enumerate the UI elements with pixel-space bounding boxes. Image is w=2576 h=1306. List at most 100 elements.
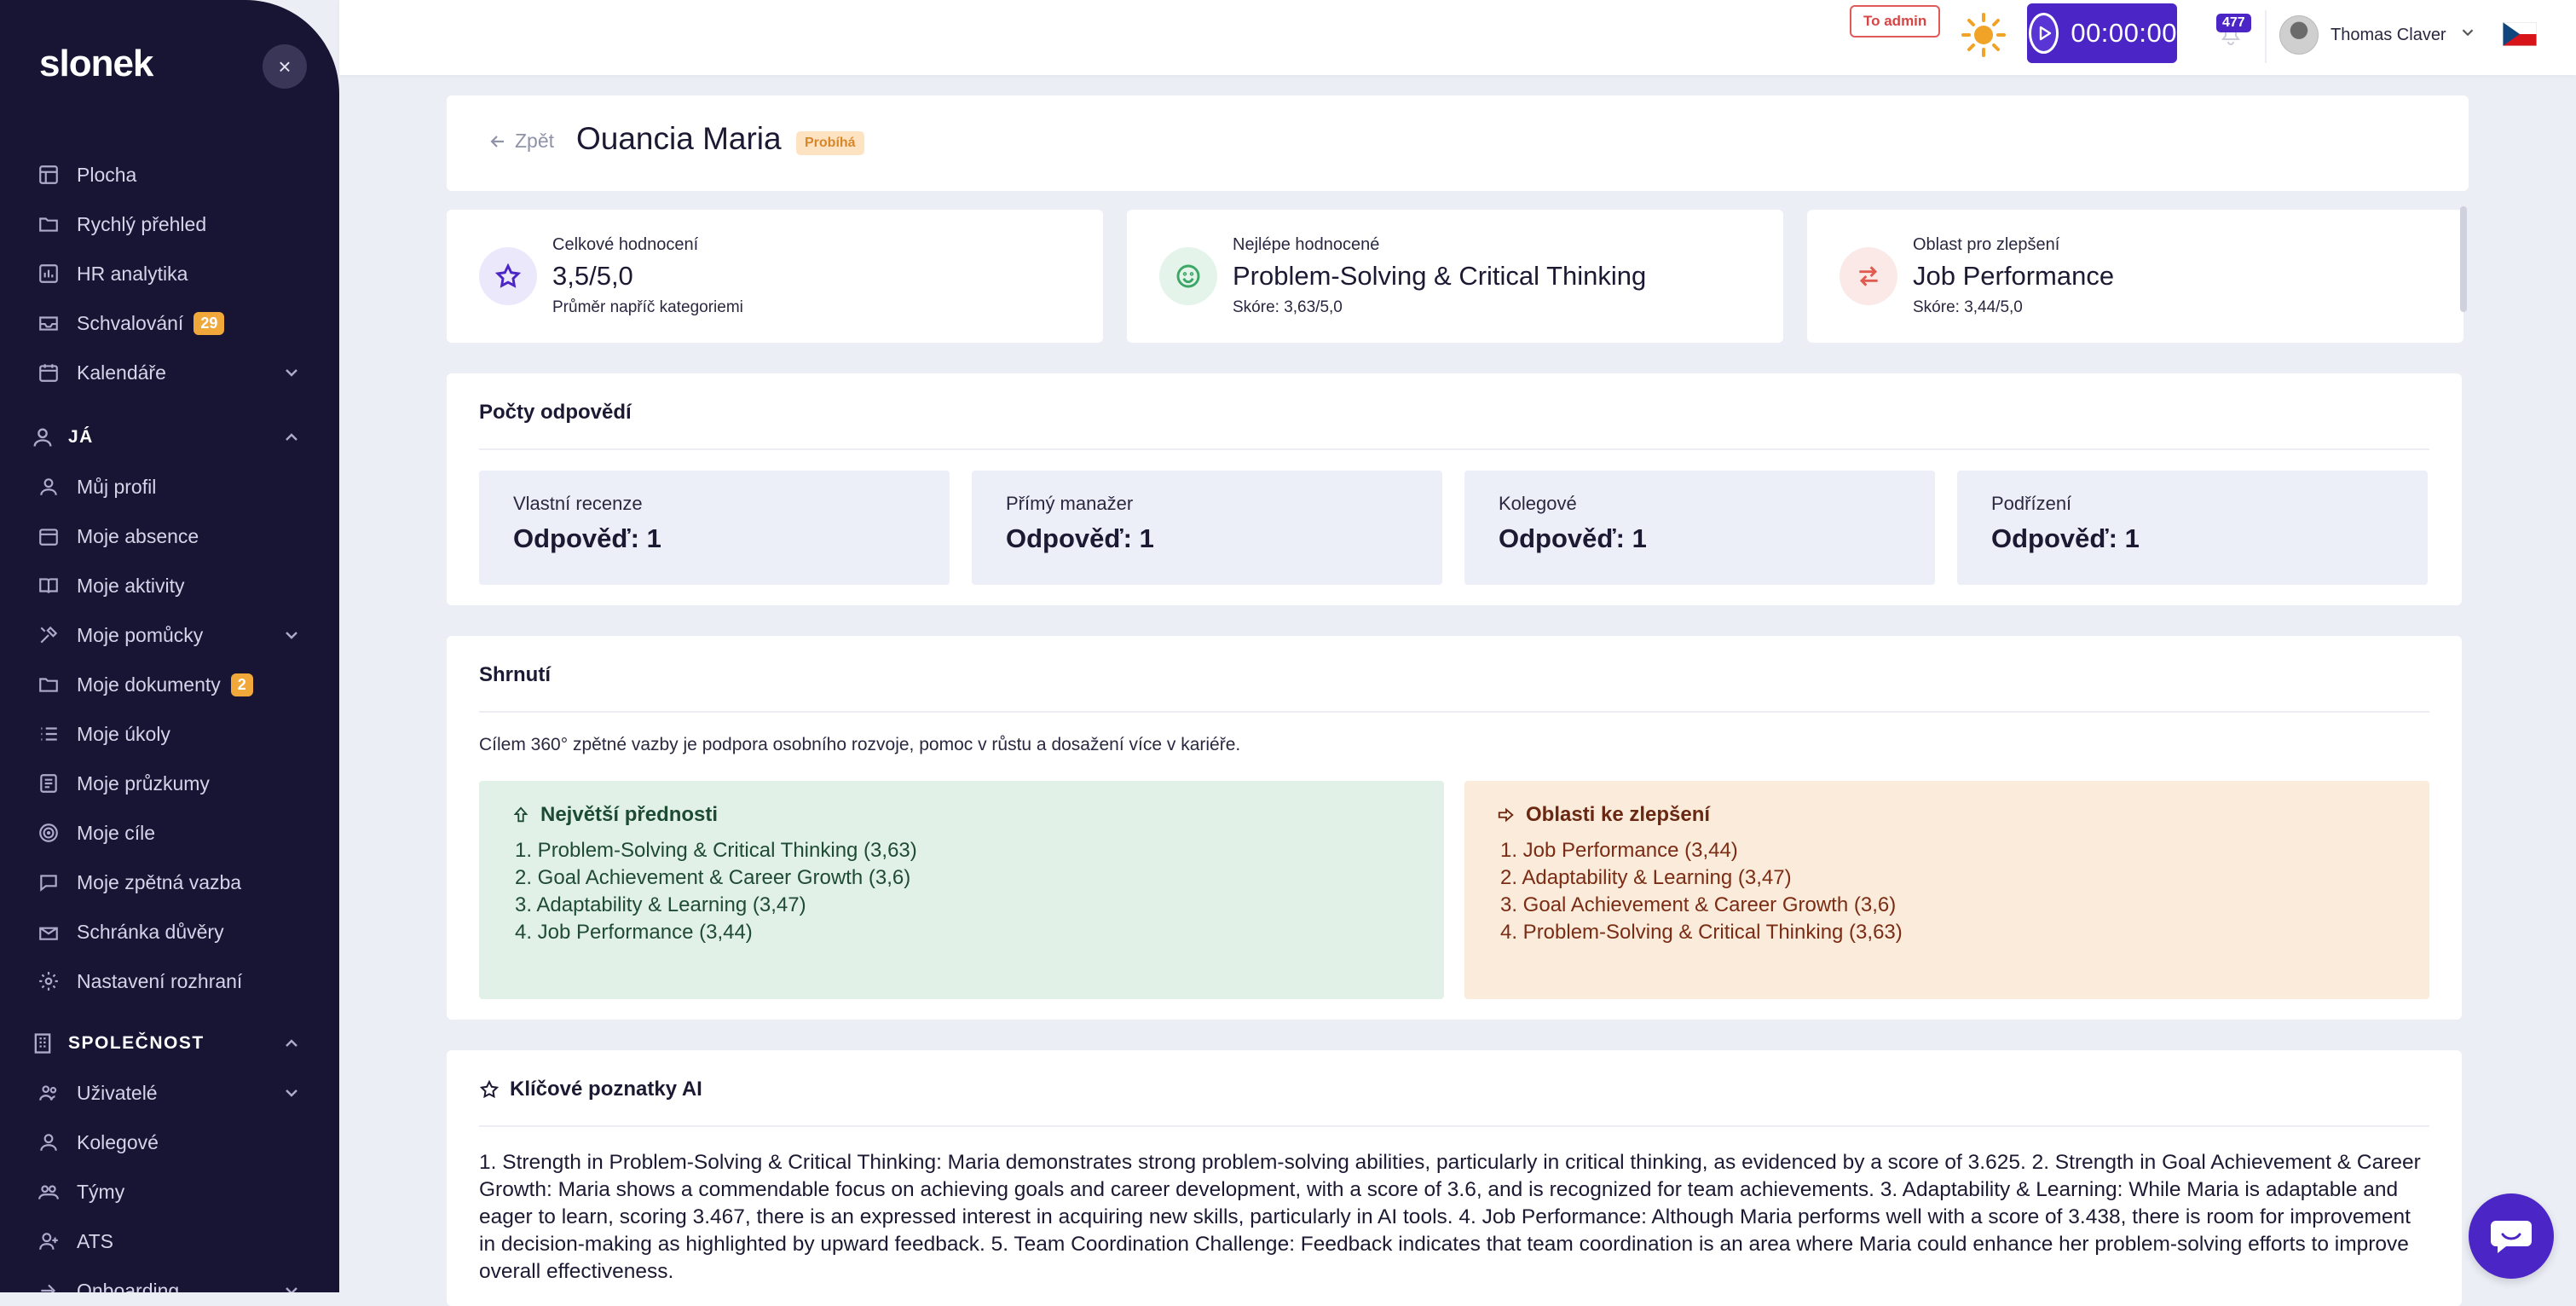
stat-label: Nejlépe hodnocené — [1233, 235, 1380, 254]
notification-count: 477 — [2216, 14, 2251, 32]
book-icon — [38, 575, 60, 597]
response-label: Podřízení — [1991, 493, 2072, 514]
user-icon — [31, 425, 55, 449]
chat-button[interactable] — [2469, 1193, 2554, 1279]
brand-logo[interactable]: slonek — [39, 43, 153, 85]
improvement-area-card: Oblast pro zlepšení Job Performance Skór… — [1807, 210, 2463, 343]
sidebar-item-moje-pomucky[interactable]: Moje pomůcky — [38, 616, 302, 654]
sidebar-item-label: Schvalování — [77, 311, 184, 334]
list-icon — [38, 723, 60, 745]
sidebar-item-kalendare[interactable]: Kalendáře — [38, 354, 302, 391]
strengths-list: 1. Problem-Solving & Critical Thinking (… — [515, 837, 917, 946]
sidebar-item-moje-ukoly[interactable]: Moje úkoly — [38, 715, 302, 753]
page-header: Zpět Ouancia Maria Probíhá — [447, 95, 2469, 191]
settings-icon — [38, 970, 60, 992]
avatar — [2279, 15, 2319, 55]
sidebar-item-rychly-prehled[interactable]: Rychlý přehled — [38, 205, 302, 243]
sidebar: slonek × Plocha Rychlý přehled HR analyt… — [0, 0, 339, 1292]
sidebar-item-moje-pruzkumy[interactable]: Moje průzkumy — [38, 765, 302, 802]
divider — [479, 711, 2429, 713]
response-value: Odpověď: 1 — [1499, 523, 1647, 553]
notifications-button[interactable]: 477 — [2209, 10, 2252, 53]
divider — [479, 448, 2429, 450]
users-icon — [38, 1082, 60, 1104]
building-icon — [31, 1032, 55, 1055]
sidebar-item-plocha[interactable]: Plocha — [38, 156, 302, 194]
user-menu[interactable]: Thomas Claver — [2279, 15, 2477, 55]
improvement-title: Oblasti ke zlepšení — [1497, 803, 1710, 827]
sidebar-item-label: Kalendáře — [77, 361, 166, 384]
summary-intro: Cílem 360° zpětné vazby je podpora osobn… — [479, 735, 1241, 754]
chevron-down-icon — [281, 625, 302, 645]
response-label: Vlastní recenze — [513, 493, 643, 514]
strengths-title: Největší přednosti — [511, 803, 718, 827]
sidebar-item-label: Uživatelé — [77, 1081, 158, 1104]
status-badge: Probíhá — [796, 131, 864, 155]
user-icon — [38, 1131, 60, 1153]
stat-value: Job Performance — [1913, 261, 2115, 291]
tools-icon — [38, 624, 60, 646]
list-item: 4. Problem-Solving & Critical Thinking (… — [1500, 921, 1903, 944]
survey-icon — [38, 772, 60, 795]
section-me-toggle[interactable]: JÁ — [31, 419, 302, 456]
star-icon — [479, 247, 537, 305]
strengths-box: Největší přednosti 1. Problem-Solving & … — [479, 781, 1444, 999]
ai-insights-card: Klíčové poznatky AI 1. Strength in Probl… — [447, 1050, 2462, 1306]
sidebar-item-moje-dokumenty[interactable]: Moje dokumenty 2 — [38, 666, 302, 703]
sidebar-item-label: Moje průzkumy — [77, 771, 210, 795]
sidebar-item-hr-analytika[interactable]: HR analytika — [38, 255, 302, 292]
stat-value: 3,5/5,0 — [552, 261, 633, 291]
czech-flag-icon[interactable] — [2503, 22, 2537, 46]
count-badge: 29 — [193, 311, 225, 335]
section-title: JÁ — [68, 427, 94, 447]
sidebar-item-nastaveni-rozhrani[interactable]: Nastavení rozhraní — [38, 962, 302, 1000]
sidebar-item-moje-aktivity[interactable]: Moje aktivity — [38, 567, 302, 604]
response-label: Přímý manažer — [1006, 493, 1134, 514]
sidebar-item-label: Moje pomůcky — [77, 623, 204, 646]
arrow-right-icon — [1498, 807, 1514, 823]
sidebar-item-moje-cile[interactable]: Moje cíle — [38, 814, 302, 852]
arrow-left-icon — [490, 135, 504, 147]
response-box: Podřízení Odpověď: 1 — [1957, 471, 2428, 585]
response-box: Přímý manažer Odpověď: 1 — [972, 471, 1442, 585]
time-tracker[interactable]: 00:00:00 — [2027, 3, 2177, 63]
sidebar-item-label: Moje cíle — [77, 821, 156, 844]
response-value: Odpověď: 1 — [1006, 523, 1154, 553]
list-item: 3. Goal Achievement & Career Growth (3,6… — [1500, 893, 1897, 916]
chevron-up-icon — [281, 1033, 302, 1059]
sidebar-item-moje-zpetna-vazba[interactable]: Moje zpětná vazba — [38, 864, 302, 901]
divider — [479, 1125, 2429, 1127]
sidebar-item-uzivatele[interactable]: Uživatelé — [38, 1074, 302, 1112]
sidebar-item-label: Schránka důvěry — [77, 920, 224, 943]
chevron-up-icon — [281, 427, 302, 453]
sidebar-item-schranka-duvery[interactable]: Schránka důvěry — [38, 913, 302, 951]
sidebar-item-kolegove[interactable]: Kolegové — [38, 1124, 302, 1161]
page-title: Ouancia Maria — [576, 121, 782, 156]
close-sidebar-button[interactable]: × — [263, 44, 307, 89]
section-company-toggle[interactable]: SPOLEČNOST — [31, 1025, 302, 1062]
onboarding-icon — [38, 1280, 60, 1292]
response-box: Vlastní recenze Odpověď: 1 — [479, 471, 950, 585]
arrows-icon — [1840, 247, 1897, 305]
arrow-up-icon — [513, 806, 528, 823]
play-icon[interactable] — [2029, 13, 2059, 54]
back-button[interactable]: Zpět — [488, 130, 554, 153]
sidebar-item-label: Moje dokumenty — [77, 673, 221, 696]
sidebar-item-label: HR analytika — [77, 262, 188, 285]
sidebar-item-schvalovani[interactable]: Schvalování 29 — [38, 304, 302, 342]
to-admin-button[interactable]: To admin — [1850, 5, 1941, 38]
smile-icon — [1159, 247, 1217, 305]
sun-icon[interactable] — [1961, 12, 2007, 58]
sidebar-item-moje-absence[interactable]: Moje absence — [38, 517, 302, 555]
scrollbar[interactable] — [2460, 206, 2467, 312]
user-name: Thomas Claver — [2331, 25, 2446, 44]
sparkle-icon — [479, 1079, 500, 1099]
sidebar-item-tymy[interactable]: Týmy — [38, 1173, 302, 1211]
folder-icon — [38, 213, 60, 235]
sidebar-item-label: Můj profil — [77, 475, 157, 498]
sidebar-item-muj-profil[interactable]: Můj profil — [38, 468, 302, 506]
chevron-down-icon — [281, 1280, 302, 1292]
sidebar-item-onboarding[interactable]: Onboarding — [38, 1272, 302, 1292]
sidebar-item-label: Plocha — [77, 163, 137, 186]
sidebar-item-ats[interactable]: ATS — [38, 1222, 302, 1260]
